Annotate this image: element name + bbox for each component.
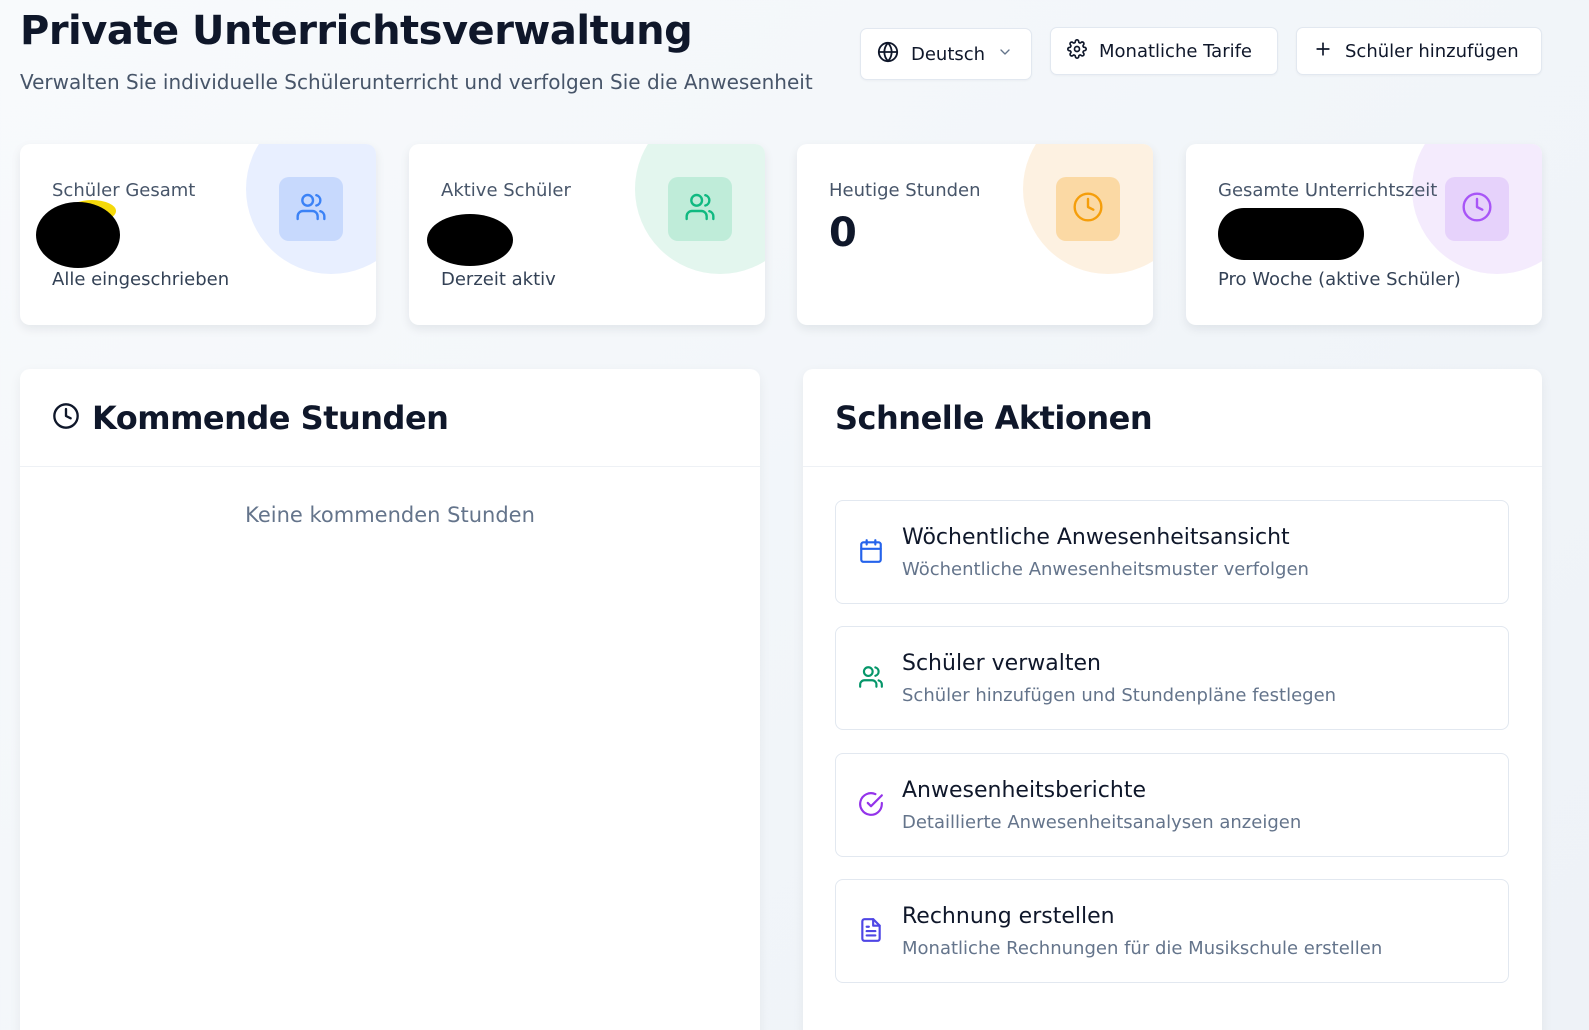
chevron-down-icon — [997, 44, 1013, 65]
calendar-icon — [858, 538, 884, 568]
action-description: Schüler hinzufügen und Stundenpläne fest… — [902, 685, 1337, 706]
globe-icon — [877, 41, 899, 68]
monthly-tariffs-label: Monatliche Tarife — [1099, 40, 1252, 62]
upcoming-lessons-panel: Kommende Stunden Keine kommenden Stunden — [20, 369, 760, 1030]
users-icon — [295, 191, 327, 227]
clock-icon — [52, 402, 80, 434]
clock-icon — [1072, 191, 1104, 227]
quick-actions-panel: Schnelle Aktionen Wöchentliche Anwesenhe… — [803, 369, 1542, 1030]
stat-label: Heutige Stunden — [829, 180, 981, 201]
panel-header: Schnelle Aktionen — [803, 369, 1542, 467]
stat-value: 0 — [829, 210, 857, 256]
action-manage-students[interactable]: Schüler verwalten Schüler hinzufügen und… — [835, 626, 1509, 730]
panel-header: Kommende Stunden — [20, 369, 760, 467]
action-title: Anwesenheitsberichte — [902, 778, 1146, 803]
stat-icon-box — [668, 177, 732, 241]
redaction-mark — [427, 214, 513, 266]
users-icon — [684, 191, 716, 227]
redaction-mark — [1218, 208, 1364, 260]
gear-icon — [1067, 38, 1087, 64]
action-title: Rechnung erstellen — [902, 904, 1115, 929]
stat-note: Pro Woche (aktive Schüler) — [1218, 269, 1461, 290]
action-description: Wöchentliche Anwesenheitsmuster verfolge… — [902, 559, 1309, 580]
stat-label: Aktive Schüler — [441, 180, 571, 201]
file-text-icon — [858, 917, 884, 947]
clock-icon — [1461, 191, 1493, 227]
action-description: Detaillierte Anwesenheitsanalysen anzeig… — [902, 812, 1302, 833]
check-circle-icon — [858, 791, 884, 821]
action-create-invoice[interactable]: Rechnung erstellen Monatliche Rechnungen… — [835, 879, 1509, 983]
upcoming-lessons-title: Kommende Stunden — [92, 398, 449, 437]
language-label: Deutsch — [911, 43, 986, 65]
monthly-tariffs-button[interactable]: Monatliche Tarife — [1050, 27, 1278, 75]
plus-icon — [1313, 39, 1333, 64]
add-student-label: Schüler hinzufügen — [1345, 40, 1519, 62]
users-icon — [858, 664, 884, 694]
action-title: Wöchentliche Anwesenheitsansicht — [902, 525, 1290, 550]
stat-icon-box — [279, 177, 343, 241]
add-student-button[interactable]: Schüler hinzufügen — [1296, 27, 1542, 75]
empty-state-message: Keine kommenden Stunden — [245, 503, 535, 527]
stat-note: Alle eingeschrieben — [52, 269, 230, 290]
stat-card-total-students: Schüler Gesamt Alle eingeschrieben — [20, 144, 376, 325]
stat-icon-box — [1445, 177, 1509, 241]
action-weekly-attendance[interactable]: Wöchentliche Anwesenheitsansicht Wöchent… — [835, 500, 1509, 604]
stat-icon-box — [1056, 177, 1120, 241]
action-title: Schüler verwalten — [902, 651, 1101, 676]
stat-label: Schüler Gesamt — [52, 180, 196, 201]
stat-card-active-students: Aktive Schüler Derzeit aktiv — [409, 144, 765, 325]
language-select[interactable]: Deutsch — [860, 28, 1032, 80]
stat-card-todays-lessons: Heutige Stunden 0 — [797, 144, 1153, 325]
action-description: Monatliche Rechnungen für die Musikschul… — [902, 938, 1383, 959]
page-subtitle: Verwalten Sie individuelle Schülerunterr… — [20, 70, 813, 94]
action-attendance-reports[interactable]: Anwesenheitsberichte Detaillierte Anwese… — [835, 753, 1509, 857]
page-title: Private Unterrichtsverwaltung — [20, 8, 693, 54]
stat-card-total-teaching-time: Gesamte Unterrichtszeit Pro Woche (aktiv… — [1186, 144, 1542, 325]
quick-actions-title: Schnelle Aktionen — [835, 398, 1153, 437]
redaction-mark — [36, 202, 120, 268]
stat-note: Derzeit aktiv — [441, 269, 556, 290]
stat-label: Gesamte Unterrichtszeit — [1218, 180, 1438, 201]
